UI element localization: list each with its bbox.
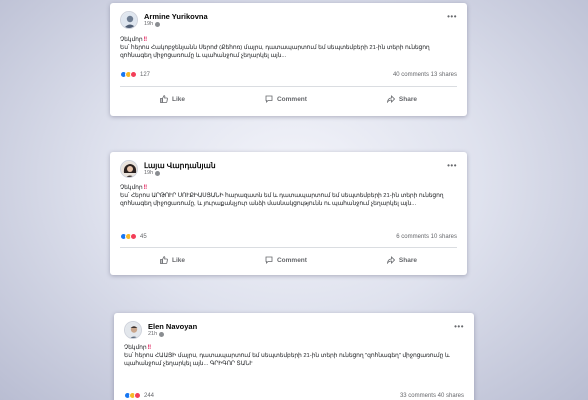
post-meta: 19h bbox=[144, 170, 216, 177]
post-header: Armine Yurikovna 19h bbox=[120, 11, 208, 29]
post-stats: 244 33 comments 40 shares bbox=[124, 392, 464, 399]
post-headline: Չեկմոր bbox=[120, 185, 143, 191]
globe-icon bbox=[155, 171, 161, 177]
avatar[interactable] bbox=[120, 11, 138, 29]
post-headline: Չեկմոր bbox=[120, 37, 143, 43]
comment-label: Comment bbox=[276, 256, 307, 264]
post-actions: Like Comment Share bbox=[120, 92, 457, 106]
facebook-post: Armine Yurikovna 19h ••• Չեկմոր ‼ Ես՝ հեր… bbox=[110, 3, 467, 116]
post-meta: 19h bbox=[144, 21, 208, 28]
post-time[interactable]: 19h bbox=[144, 170, 153, 177]
reaction-count: 244 bbox=[144, 392, 155, 399]
share-count[interactable]: 10 shares bbox=[431, 234, 457, 240]
like-button[interactable]: Like bbox=[160, 256, 185, 264]
double-exclamation-icon: ‼ bbox=[143, 37, 148, 43]
post-actions: Like Comment Share bbox=[120, 253, 457, 267]
more-options-icon[interactable]: ••• bbox=[454, 323, 464, 331]
double-exclamation-icon: ‼ bbox=[147, 345, 152, 351]
reactions[interactable]: 244 bbox=[124, 392, 154, 399]
post-stats: 127 40 comments 13 shares bbox=[120, 71, 457, 78]
post-header: Լայա Վարդանյան 19h bbox=[120, 160, 216, 178]
share-count[interactable]: 13 shares bbox=[431, 72, 457, 78]
post-header: Elen Navoyan 21h bbox=[124, 321, 197, 339]
post-headline: Չեկմոր bbox=[124, 345, 147, 351]
comment-label: Comment bbox=[276, 95, 307, 103]
comment-count[interactable]: 33 comments bbox=[400, 393, 436, 399]
like-button[interactable]: Like bbox=[160, 95, 185, 103]
post-time[interactable]: 19h bbox=[144, 21, 153, 28]
divider bbox=[120, 247, 457, 248]
divider bbox=[120, 86, 457, 87]
more-options-icon[interactable]: ••• bbox=[447, 162, 457, 170]
love-reaction-icon bbox=[134, 392, 141, 399]
share-arrow-icon bbox=[386, 256, 395, 264]
post-text: Չեկմոր ‼ Ես՝ հերոս ՀԱԱՅԻ մայրս, դատապարտո… bbox=[124, 344, 458, 368]
double-exclamation-icon: ‼ bbox=[143, 185, 148, 191]
author-name[interactable]: Elen Navoyan bbox=[148, 322, 197, 331]
share-arrow-icon bbox=[386, 95, 395, 103]
comment-count[interactable]: 40 comments bbox=[393, 72, 429, 78]
facebook-post: Լայա Վարդանյան 19h ••• Չեկմոր ‼ Ես՝ Հերոս… bbox=[110, 152, 467, 275]
share-count[interactable]: 40 shares bbox=[438, 393, 464, 399]
share-label: Share bbox=[398, 95, 417, 103]
post-body: Ես՝ հերոս ՀԱԱՅԻ մայրս, դատապարտում եմ սե… bbox=[124, 353, 450, 367]
reaction-count: 127 bbox=[140, 71, 151, 78]
author-name[interactable]: Armine Yurikovna bbox=[144, 12, 208, 21]
reactions[interactable]: 45 bbox=[120, 233, 147, 240]
love-reaction-icon bbox=[130, 233, 137, 240]
like-label: Like bbox=[171, 95, 185, 103]
more-options-icon[interactable]: ••• bbox=[447, 13, 457, 21]
post-text: Չեկմոր ‼ Ես՝ հերոս Հակոբջենյանն Սերոժ (Քե… bbox=[120, 36, 451, 60]
like-label: Like bbox=[171, 256, 185, 264]
share-button[interactable]: Share bbox=[386, 95, 417, 103]
post-stats: 45 6 comments 10 shares bbox=[120, 233, 457, 240]
thumbs-up-icon bbox=[160, 95, 168, 103]
love-reaction-icon bbox=[130, 71, 137, 78]
post-time[interactable]: 21h bbox=[148, 331, 157, 338]
share-label: Share bbox=[398, 256, 417, 264]
post-body: Ես՝ հերոս Հակոբջենյանն Սերոժ (Քեհոռ) մայ… bbox=[120, 45, 430, 59]
author-name[interactable]: Լայա Վարդանյան bbox=[144, 161, 216, 170]
thumbs-up-icon bbox=[160, 256, 168, 264]
share-button[interactable]: Share bbox=[386, 256, 417, 264]
reactions[interactable]: 127 bbox=[120, 71, 150, 78]
post-body: Ես՝ Հերոս ԱՐԹՈՒՐ ՍՈՒՔԻԱՍՅԱՆԻ հարազատն եմ… bbox=[120, 193, 444, 207]
globe-icon bbox=[155, 22, 161, 28]
comment-count[interactable]: 6 comments bbox=[396, 234, 429, 240]
comment-bubble-icon bbox=[265, 95, 273, 103]
facebook-post: Elen Navoyan 21h ••• Չեկմոր ‼ Ես՝ հերոս Հ… bbox=[114, 313, 474, 400]
avatar[interactable] bbox=[120, 160, 138, 178]
comment-button[interactable]: Comment bbox=[265, 95, 307, 103]
post-meta: 21h bbox=[148, 331, 197, 338]
post-text: Չեկմոր ‼ Ես՝ Հերոս ԱՐԹՈՒՐ ՍՈՒՔԻԱՍՅԱՆԻ հար… bbox=[120, 184, 451, 208]
comment-button[interactable]: Comment bbox=[265, 256, 307, 264]
globe-icon bbox=[159, 332, 165, 338]
avatar[interactable] bbox=[124, 321, 142, 339]
reaction-count: 45 bbox=[140, 233, 147, 240]
comment-bubble-icon bbox=[265, 256, 273, 264]
